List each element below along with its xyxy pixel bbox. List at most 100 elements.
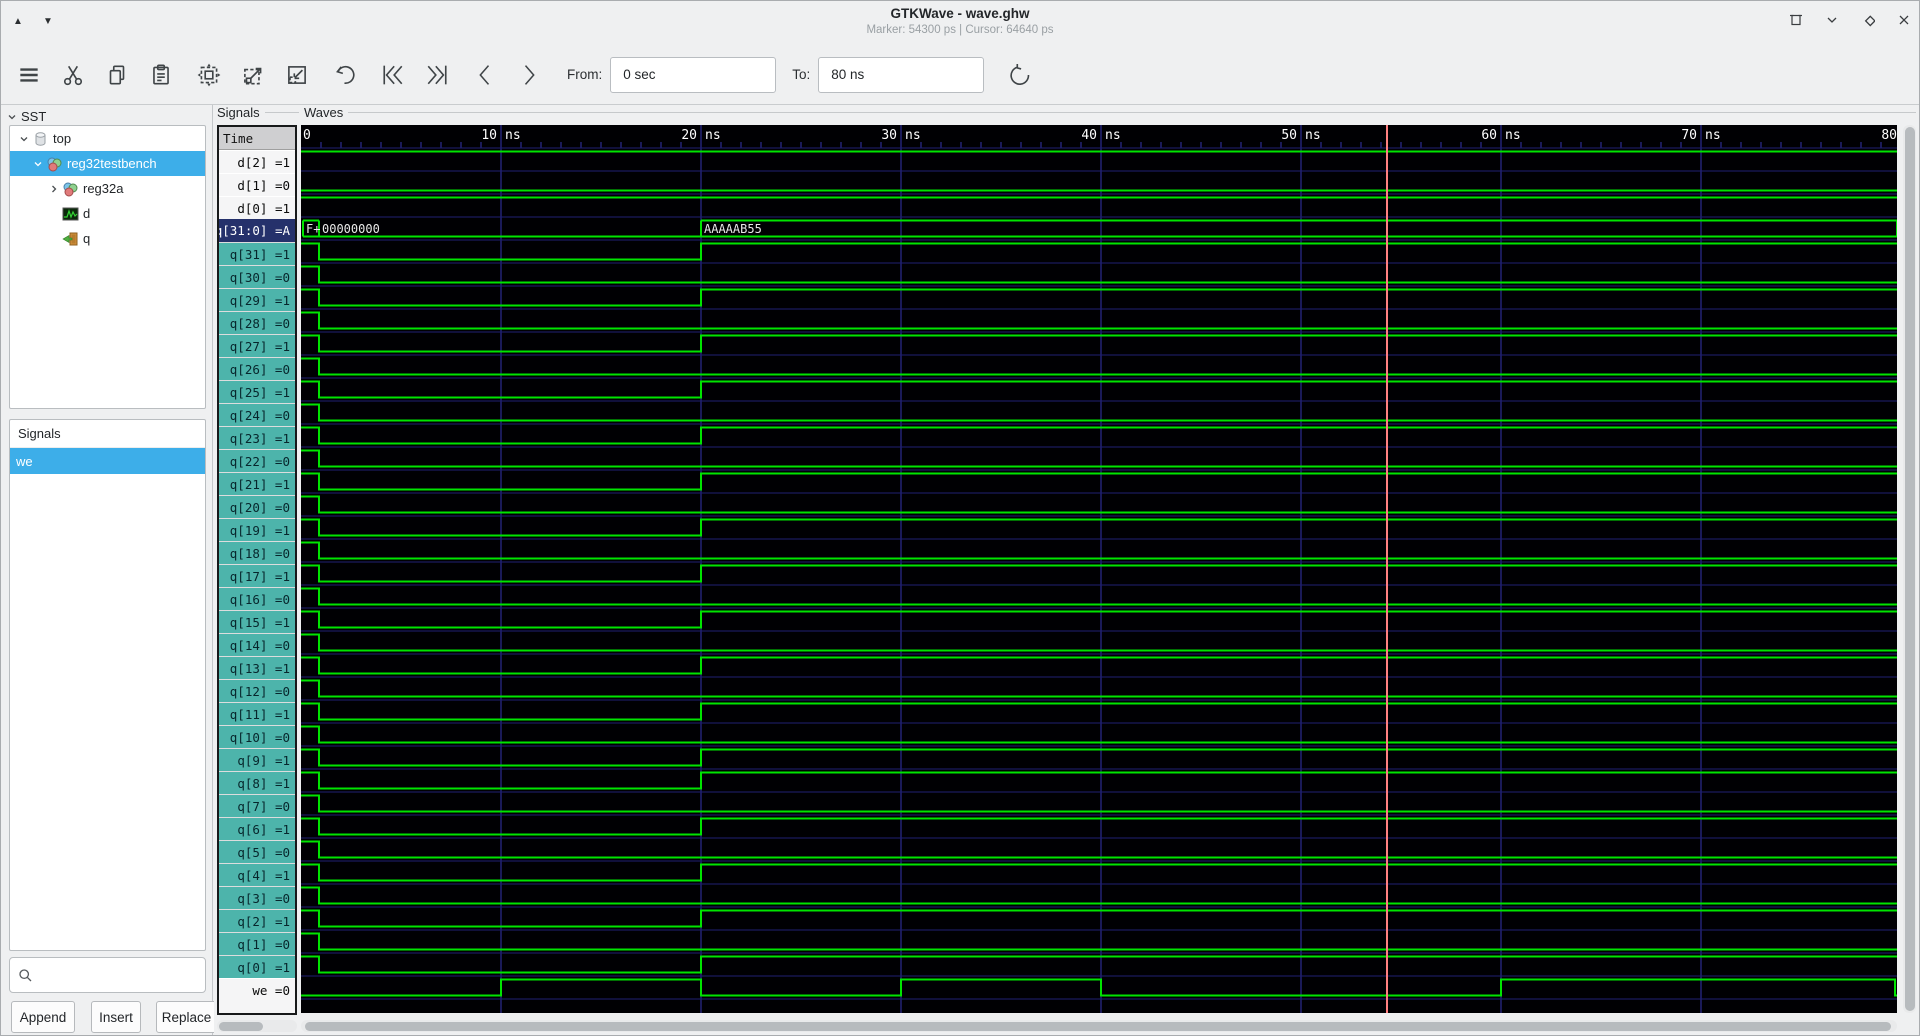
signal-name-row[interactable]: q[22] =0	[219, 449, 295, 472]
signal-name-row[interactable]: q[6] =1	[219, 817, 295, 840]
svg-text:10: 10	[481, 128, 497, 143]
signal-name-row[interactable]: q[23] =1	[219, 426, 295, 449]
wave-display-icon	[62, 207, 79, 220]
signal-name-row[interactable]: q[12] =0	[219, 679, 295, 702]
svg-text:ns: ns	[1105, 128, 1121, 143]
insert-button[interactable]: Insert	[91, 1001, 141, 1033]
signal-name-row[interactable]: q[28] =0	[219, 311, 295, 334]
menu-icon[interactable]	[7, 51, 51, 99]
go-to-end-icon[interactable]	[415, 51, 459, 99]
chevron-right-icon[interactable]	[48, 183, 60, 195]
signal-name-row[interactable]: q[18] =0	[219, 541, 295, 564]
maximize-icon[interactable]	[1861, 13, 1875, 27]
svg-text:AAAAAB55: AAAAAB55	[704, 222, 762, 236]
signal-name-row[interactable]: q[5] =0	[219, 840, 295, 863]
step-left-icon[interactable]	[463, 51, 507, 99]
signal-name-row[interactable]: q[21] =1	[219, 472, 295, 495]
signal-name-row[interactable]: q[4] =1	[219, 863, 295, 886]
signal-name-row[interactable]: q[9] =1	[219, 748, 295, 771]
tree-item-reg32testbench[interactable]: reg32testbench	[10, 151, 205, 176]
from-input[interactable]	[610, 56, 777, 93]
svg-text:20: 20	[681, 128, 697, 143]
tree-item-reg32a[interactable]: reg32a	[10, 176, 205, 201]
waveform-canvas[interactable]: 010ns20ns30ns40ns50ns60ns70ns80nsF+00000…	[301, 125, 1897, 1013]
zoom-fit-icon[interactable]	[187, 51, 231, 99]
svg-text:30: 30	[881, 128, 897, 143]
signals-list-header: Signals	[10, 420, 205, 448]
signal-name-row[interactable]: d[0] =1	[219, 196, 295, 219]
zoom-out-selection-icon[interactable]	[231, 51, 275, 99]
to-input[interactable]	[818, 56, 985, 93]
svg-text:ns: ns	[1505, 128, 1521, 143]
signal-name-row[interactable]: q[25] =1	[219, 380, 295, 403]
chevron-down-icon[interactable]	[18, 133, 30, 145]
signal-name-row[interactable]: q[15] =1	[219, 610, 295, 633]
tree-item-top[interactable]: top	[10, 126, 205, 151]
marker-cursor-readout: Marker: 54300 ps | Cursor: 64640 ps	[866, 24, 1054, 36]
svg-text:ns: ns	[905, 128, 921, 143]
signal-name-row[interactable]: d[2] =1	[219, 150, 295, 173]
signal-names-frame-label: Signals	[217, 105, 299, 120]
signal-name-row[interactable]: q[19] =1	[219, 518, 295, 541]
signal-name-row[interactable]: q[20] =0	[219, 495, 295, 518]
signal-name-row[interactable]: q[2] =1	[219, 909, 295, 932]
signal-name-row[interactable]: q[30] =0	[219, 265, 295, 288]
search-icon	[19, 968, 32, 981]
waves-vertical-scrollbar[interactable]	[1903, 125, 1916, 1013]
tree-item-d[interactable]: d	[10, 201, 205, 226]
signal-name-row[interactable]: q[0] =1	[219, 955, 295, 978]
signal-name-row[interactable]: q[14] =0	[219, 633, 295, 656]
close-icon[interactable]	[1897, 13, 1911, 27]
chevron-down-icon	[8, 114, 16, 119]
svg-text:ns: ns	[505, 128, 521, 143]
signal-name-row[interactable]: q[24] =0	[219, 403, 295, 426]
from-label: From:	[567, 67, 603, 82]
go-to-start-icon[interactable]	[371, 51, 415, 99]
signal-name-row[interactable]: q[10] =0	[219, 725, 295, 748]
svg-text:80: 80	[1881, 128, 1897, 143]
waves-horizontal-scrollbar[interactable]	[301, 1020, 1897, 1032]
signal-name-row[interactable]: q[8] =1	[219, 771, 295, 794]
waves-frame-label: Waves	[304, 105, 1916, 120]
signal-name-row[interactable]: q[11] =1	[219, 702, 295, 725]
copy-icon[interactable]	[95, 51, 139, 99]
signal-name-row[interactable]: q[29] =1	[219, 288, 295, 311]
tree-item-q[interactable]: q	[10, 226, 205, 251]
component-icon	[63, 182, 78, 196]
component-icon	[47, 157, 62, 171]
sst-header[interactable]: SST	[7, 109, 46, 124]
minimize-icon[interactable]	[1825, 13, 1839, 27]
signal-name-column: Time d[2] =1 d[1] =0 d[0] =1 q[31:0] =A q[31]…	[217, 125, 297, 1015]
step-right-icon[interactable]	[507, 51, 551, 99]
signal-name-row[interactable]: q[31:0] =A	[219, 219, 295, 242]
signal-name-row[interactable]: q[16] =0	[219, 587, 295, 610]
signal-name-row[interactable]: q[31] =1	[219, 242, 295, 265]
chevron-down-icon[interactable]	[32, 158, 44, 170]
svg-text:40: 40	[1081, 128, 1097, 143]
replace-button[interactable]: Replace	[156, 1001, 217, 1033]
signal-name-row[interactable]: q[13] =1	[219, 656, 295, 679]
names-horizontal-scrollbar[interactable]	[217, 1020, 297, 1032]
signal-name-row[interactable]: q[27] =1	[219, 334, 295, 357]
append-button[interactable]: Append	[11, 1001, 75, 1033]
keep-above-icon[interactable]	[1789, 13, 1803, 27]
cut-icon[interactable]	[51, 51, 95, 99]
signal-name-row[interactable]: q[3] =0	[219, 886, 295, 909]
signal-name-row[interactable]: d[1] =0	[219, 173, 295, 196]
signal-name-row[interactable]: q[1] =0	[219, 932, 295, 955]
svg-text:ns: ns	[1305, 128, 1321, 143]
signal-name-row[interactable]: we =0	[219, 978, 295, 1001]
undo-icon[interactable]	[323, 51, 367, 99]
paste-icon[interactable]	[139, 51, 183, 99]
signal-name-row[interactable]: q[7] =0	[219, 794, 295, 817]
svg-text:50: 50	[1281, 128, 1297, 143]
sst-sidebar: SST top reg32testbench reg32a d q Signal…	[1, 105, 217, 1035]
reload-icon[interactable]	[998, 51, 1042, 99]
signal-name-row[interactable]: q[17] =1	[219, 564, 295, 587]
signal-list-item-we[interactable]: we	[10, 448, 205, 474]
zoom-in-selection-icon[interactable]	[275, 51, 319, 99]
to-label: To:	[792, 67, 811, 82]
toolbar: From: To:	[1, 45, 1919, 105]
signal-search-field[interactable]	[9, 957, 206, 993]
signal-name-row[interactable]: q[26] =0	[219, 357, 295, 380]
